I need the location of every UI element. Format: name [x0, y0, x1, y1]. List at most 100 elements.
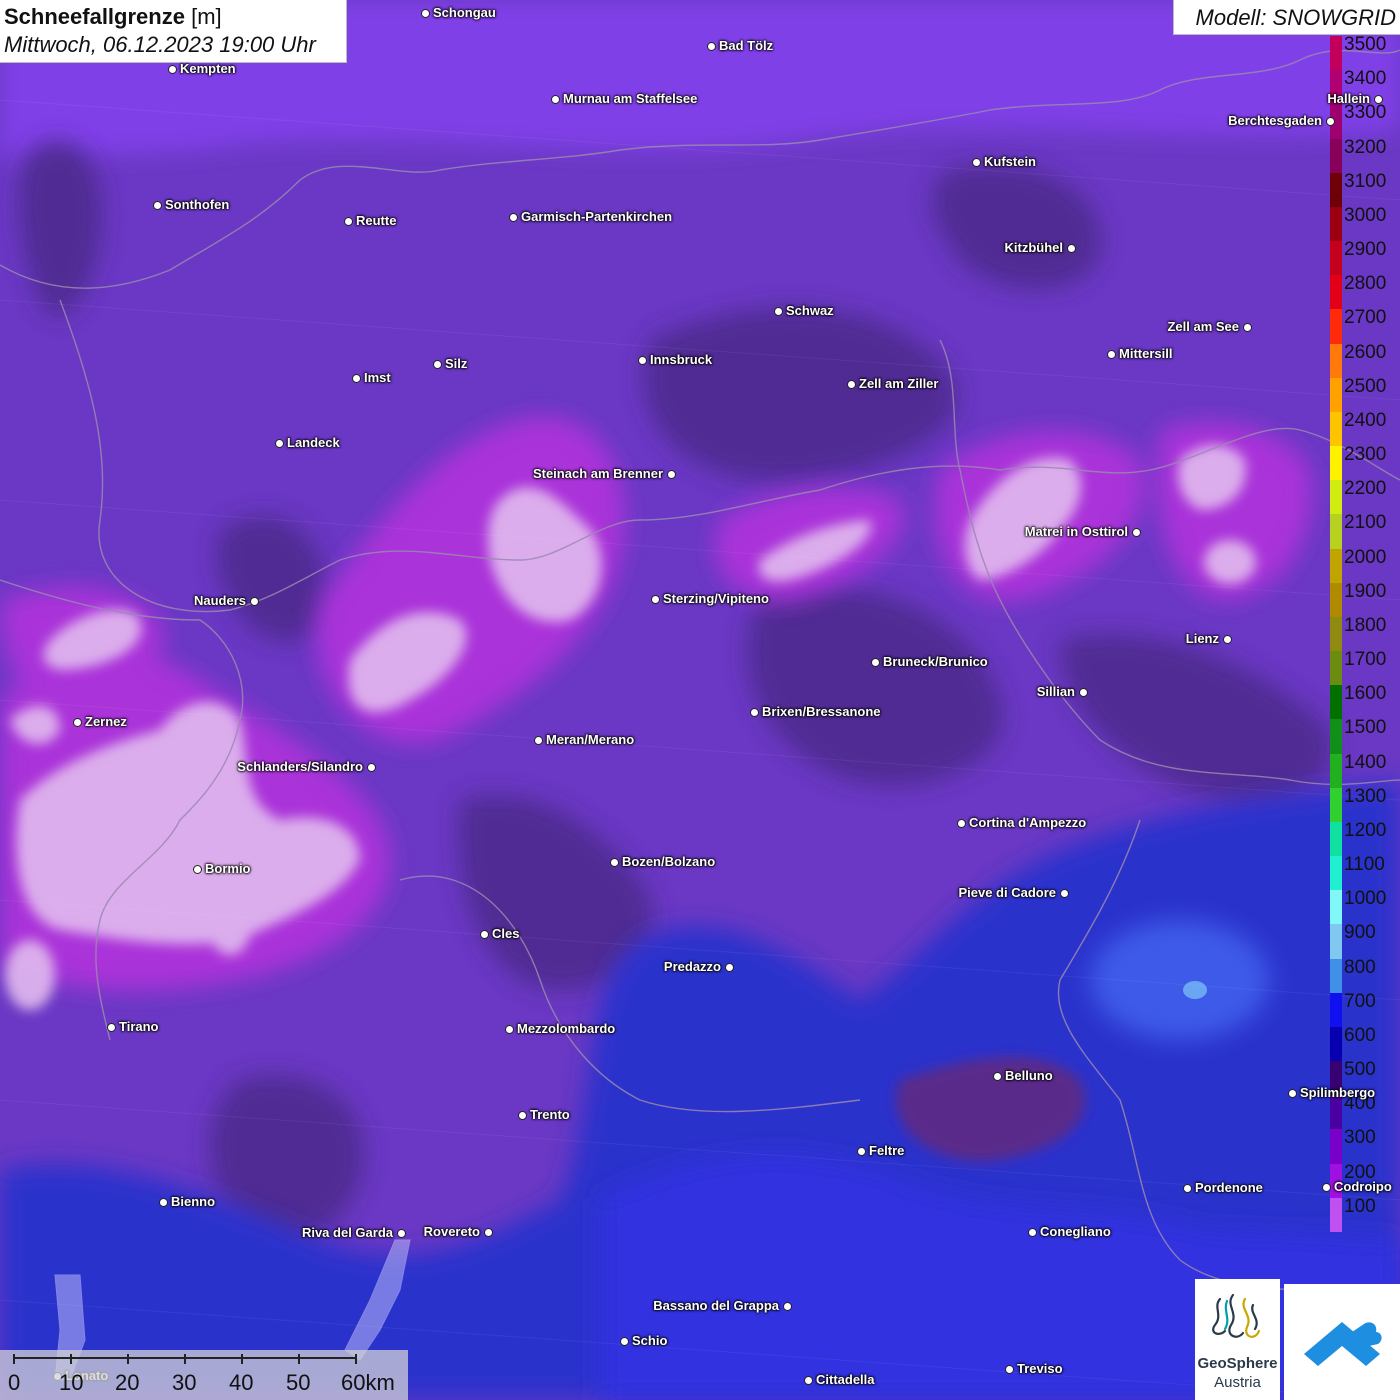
city-label: Landeck — [287, 435, 340, 450]
city-marker-dot — [509, 213, 518, 222]
legend-color-segment — [1330, 992, 1342, 1028]
city-label: Conegliano — [1040, 1224, 1111, 1239]
legend-label: 1500 — [1344, 717, 1387, 739]
legend-label: 2400 — [1344, 409, 1387, 431]
snow-mountain-icon — [1304, 1322, 1382, 1366]
city-marker-dot — [620, 1337, 629, 1346]
legend-color-segment — [1330, 787, 1342, 823]
city-marker-dot — [107, 1023, 116, 1032]
city-label: Schio — [632, 1333, 668, 1348]
city-marker-dot — [871, 658, 880, 667]
city-label: Bassano del Grappa — [653, 1298, 779, 1313]
legend-color-segment — [1330, 172, 1342, 208]
city-marker-dot — [344, 217, 353, 226]
city-label: Cortina d'Ampezzo — [969, 815, 1087, 830]
legend-color-segment — [1330, 343, 1342, 379]
legend-label: 1800 — [1344, 614, 1387, 636]
city-label: Bienno — [171, 1194, 216, 1209]
legend-color-segment — [1330, 719, 1342, 755]
geosphere-logo-text: GeoSphere — [1197, 1355, 1278, 1372]
legend-color-segment — [1330, 685, 1342, 720]
geosphere-emblem-icon — [1212, 1293, 1261, 1338]
city-marker-dot — [153, 201, 162, 210]
legend-color-segment — [1330, 377, 1342, 413]
city-marker-dot — [847, 380, 856, 389]
city-label: Treviso — [1017, 1361, 1063, 1376]
legend-color-segment — [1330, 890, 1342, 925]
city-marker-dot — [1243, 323, 1252, 332]
legend-label: 2500 — [1344, 375, 1387, 397]
city-marker-dot — [783, 1302, 792, 1311]
city-marker-dot — [1322, 1183, 1331, 1192]
city-label: Kitzbühel — [1004, 240, 1064, 255]
city-label: Brixen/Bressanone — [762, 704, 881, 719]
model-label: Modell: SNOWGRID — [1195, 5, 1396, 30]
city-label: Kufstein — [984, 154, 1036, 169]
city-label: Nauders — [193, 593, 246, 608]
city-label: Pieve di Cadore — [958, 885, 1056, 900]
city-marker-dot — [1132, 528, 1141, 537]
legend-color-segment — [1330, 138, 1342, 174]
legend-color-segment — [1330, 548, 1342, 584]
city-marker-dot — [651, 595, 660, 604]
legend-label: 3500 — [1344, 34, 1387, 55]
city-label: Predazzo — [663, 959, 721, 974]
city-label: Berchtesgaden — [1228, 113, 1322, 128]
legend-color-segment — [1330, 206, 1342, 242]
city-marker-dot — [638, 356, 647, 365]
app-logo[interactable] — [1284, 1284, 1400, 1400]
city-label: Mezzolombardo — [517, 1021, 616, 1036]
city-label: Rovereto — [423, 1224, 480, 1239]
legend-label: 3400 — [1344, 68, 1387, 90]
city-label: Bozen/Bolzano — [622, 854, 716, 869]
legend-label: 1300 — [1344, 785, 1387, 807]
model-box: Modell: SNOWGRID — [1173, 0, 1400, 35]
city-label: Mittersill — [1119, 346, 1173, 361]
city-label: Murnau am Staffelsee — [563, 91, 698, 106]
city-label: Spilimbergo — [1300, 1085, 1376, 1100]
city-marker-dot — [484, 1228, 493, 1237]
city-label: Bruneck/Brunico — [883, 654, 988, 669]
city-label: Matrei in Osttirol — [1024, 524, 1128, 539]
scale-tick: 50 — [286, 1370, 311, 1395]
legend-label: 1900 — [1344, 580, 1387, 602]
legend-label: 1400 — [1344, 751, 1387, 773]
legend-color-segment — [1330, 958, 1342, 994]
map-title: Schneefallgrenze [m] — [4, 4, 222, 29]
city-marker-dot — [168, 65, 177, 74]
city-marker-dot — [433, 360, 442, 369]
city-marker-dot — [1223, 635, 1232, 644]
legend-label: 2100 — [1344, 512, 1387, 534]
legend-label: 500 — [1344, 1059, 1376, 1081]
city-label: Cles — [492, 926, 520, 941]
legend-label: 1200 — [1344, 819, 1387, 841]
city-marker-dot — [1107, 350, 1116, 359]
legend-color-segment — [1330, 1129, 1342, 1165]
city-label: Garmisch-Partenkirchen — [521, 209, 673, 224]
legend-label: 2300 — [1344, 444, 1387, 466]
city-label: Innsbruck — [650, 352, 713, 367]
city-label: Kempten — [180, 61, 236, 76]
legend-color-segment — [1330, 1026, 1342, 1062]
legend-color-segment — [1330, 36, 1342, 71]
city-marker-dot — [352, 374, 361, 383]
legend-label: 2200 — [1344, 478, 1387, 500]
legend-color-segment — [1330, 514, 1342, 550]
city-marker-dot — [1060, 889, 1069, 898]
city-label: Schwaz — [786, 303, 834, 318]
legend-label: 3200 — [1344, 136, 1387, 158]
city-label: Sterzing/Vipiteno — [663, 591, 769, 606]
legend-label: 3000 — [1344, 204, 1387, 226]
city-marker-dot — [551, 95, 560, 104]
city-label: Sonthofen — [165, 197, 230, 212]
legend-color-segment — [1330, 616, 1342, 652]
city-marker-dot — [367, 763, 376, 772]
legend-label: 1100 — [1344, 854, 1385, 876]
city-label: Silz — [445, 356, 468, 371]
city-label: Meran/Merano — [546, 732, 635, 747]
title-box: Schneefallgrenze [m] Mittwoch, 06.12.202… — [0, 0, 347, 63]
city-marker-dot — [972, 158, 981, 167]
scale-tick: 20 — [115, 1370, 140, 1395]
legend-color-segment — [1330, 821, 1342, 857]
city-label: Lienz — [1185, 631, 1219, 646]
